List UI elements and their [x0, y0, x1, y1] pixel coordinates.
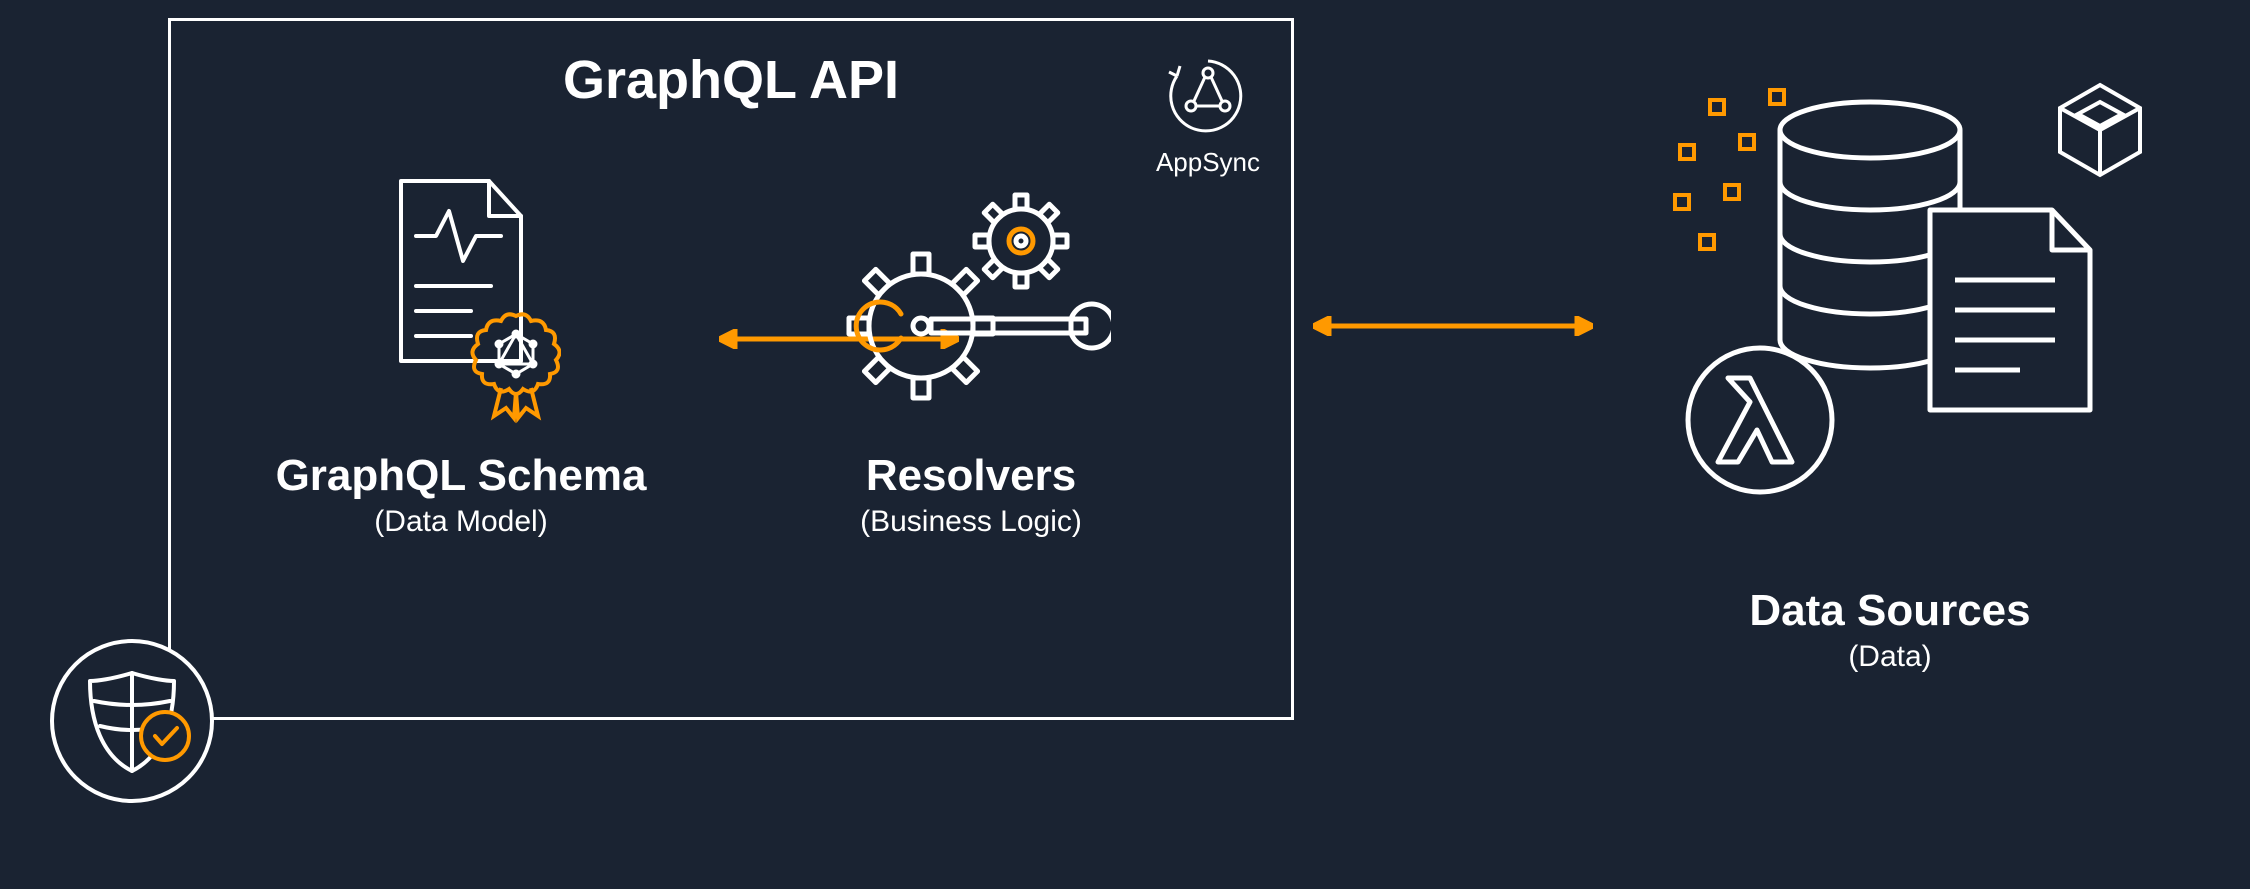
- shield-check-icon: [47, 636, 217, 806]
- cube-icon: [2060, 85, 2140, 175]
- main-title: GraphQL API: [171, 49, 1291, 111]
- graphql-schema-block: GraphQL Schema (Data Model): [231, 171, 691, 539]
- double-arrow-icon: [1313, 316, 1593, 336]
- graphql-api-container: GraphQL API AppSync: [168, 18, 1294, 720]
- resolvers-subtitle: (Business Logic): [741, 505, 1201, 539]
- data-sources-block: Data Sources (Data): [1570, 70, 2210, 674]
- resolvers-block: Resolvers (Business Logic): [741, 171, 1201, 539]
- schema-title: GraphQL Schema: [231, 451, 691, 501]
- datasources-subtitle: (Data): [1570, 640, 2210, 674]
- document-icon: [1930, 210, 2090, 410]
- appsync-icon: [1153, 51, 1263, 141]
- lambda-icon: [1688, 348, 1832, 492]
- resolvers-gears-icon: [831, 171, 1111, 431]
- resolvers-title: Resolvers: [741, 451, 1201, 501]
- security-shield-badge: [47, 636, 217, 806]
- schema-document-icon: [361, 171, 561, 431]
- appsync-block: AppSync: [1153, 51, 1263, 178]
- schema-subtitle: (Data Model): [231, 505, 691, 539]
- data-sources-cluster-icon: [1570, 70, 2210, 570]
- datasources-title: Data Sources: [1570, 586, 2210, 636]
